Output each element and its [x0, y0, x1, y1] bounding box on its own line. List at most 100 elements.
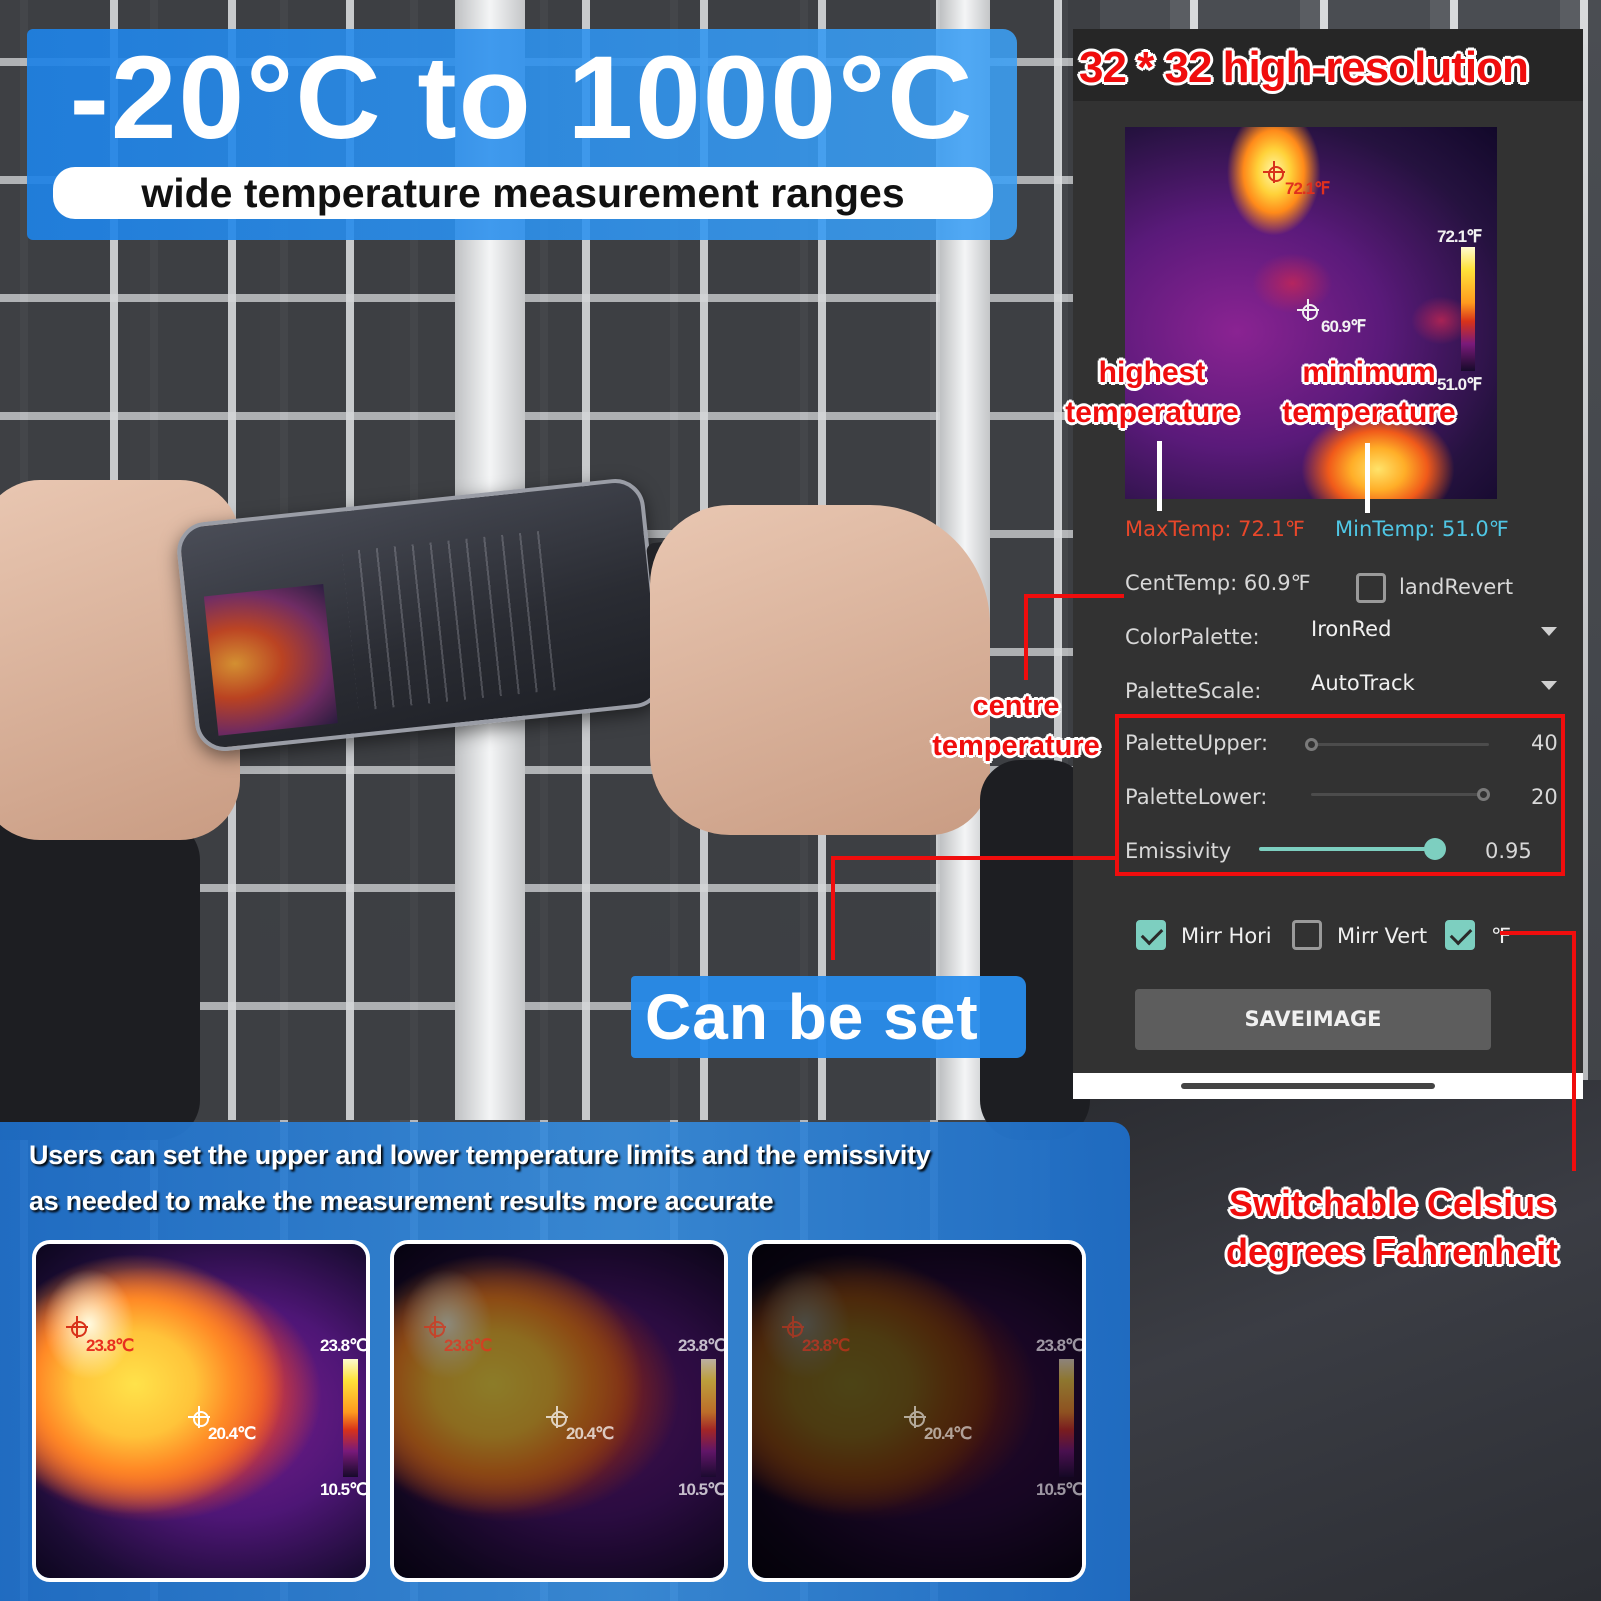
fahrenheit-checkbox[interactable]	[1445, 920, 1475, 950]
palette-lower-label: PaletteLower:	[1125, 785, 1268, 809]
scale-min-label: 10.5℃	[1036, 1480, 1084, 1499]
temperature-range-banner: -20°C to 1000°C wide temperature measure…	[27, 29, 1017, 240]
annotation-line: minimum	[1302, 356, 1436, 389]
unit-pointer-line	[1572, 931, 1576, 1171]
scale-max-label: 23.8℃	[1036, 1336, 1084, 1355]
land-revert-label: landRevert	[1399, 575, 1514, 599]
color-scale-bar	[1461, 247, 1475, 371]
scale-max-label: 23.8℃	[678, 1336, 726, 1355]
center-temp-readout: CentTemp: 60.9℉	[1125, 571, 1311, 595]
hot-spot-label: 23.8℃	[86, 1336, 134, 1355]
emissivity-value: 0.95	[1485, 839, 1532, 863]
scale-min-label: 10.5℃	[320, 1480, 368, 1499]
annotation-line: temperature	[932, 730, 1100, 762]
color-scale-bar	[701, 1359, 716, 1477]
centre-pointer-line	[1024, 594, 1028, 680]
banner-title: -20°C to 1000°C	[69, 32, 975, 164]
annotation-line: temperature	[1065, 396, 1239, 429]
sample-thermal-image: 23.8℃ 20.4℃ 23.8℃ 10.5℃	[32, 1240, 370, 1582]
annotation-line: highest	[1098, 356, 1206, 389]
color-palette-select[interactable]: IronRed	[1309, 613, 1569, 649]
background-jacket	[1050, 1080, 1601, 1601]
palette-lower-slider[interactable]	[1305, 783, 1495, 807]
center-crosshair-icon	[188, 1406, 210, 1428]
centre-temperature-annotation: centre temperature	[916, 686, 1116, 766]
settable-pointer-line	[831, 856, 835, 960]
home-indicator[interactable]	[1181, 1083, 1435, 1089]
mirror-vertical-label: Mirr Vert	[1337, 924, 1428, 948]
center-crosshair-icon	[904, 1406, 926, 1428]
max-marker-label: 72.1℉	[1285, 179, 1330, 198]
color-palette-value: IronRed	[1311, 617, 1392, 641]
max-temp-readout: MaxTemp: 72.1℉	[1125, 517, 1305, 541]
sample-thermal-image: 23.8℃ 20.4℃ 23.8℃ 10.5℃	[390, 1240, 728, 1582]
can-be-set-label: Can be set	[631, 976, 1026, 1058]
center-crosshair-icon	[1297, 299, 1319, 321]
right-hand	[650, 505, 990, 835]
smartphone	[174, 476, 666, 754]
phone-thermal-image	[203, 583, 338, 736]
center-spot-label: 20.4℃	[208, 1424, 256, 1443]
center-marker-label: 60.9℉	[1321, 317, 1366, 336]
settable-pointer-line	[831, 856, 1117, 860]
highest-temperature-annotation: highest temperature	[1057, 353, 1247, 433]
unit-pointer-line	[1500, 931, 1576, 935]
palette-scale-value: AutoTrack	[1311, 671, 1415, 695]
explanation-line-1: Users can set the upper and lower temper…	[29, 1140, 931, 1170]
palette-upper-label: PaletteUpper:	[1125, 731, 1269, 755]
resolution-title: 32 * 32 high-resolution	[1079, 43, 1529, 92]
scale-max-label: 23.8℃	[320, 1336, 368, 1355]
center-crosshair-icon	[546, 1406, 568, 1428]
mirror-vertical-checkbox[interactable]	[1292, 920, 1322, 950]
scale-min-label: 10.5℃	[678, 1480, 726, 1499]
palette-upper-slider[interactable]	[1305, 733, 1495, 757]
center-spot-label: 20.4℃	[924, 1424, 972, 1443]
highest-pointer-line	[1157, 441, 1162, 511]
color-scale-bar	[1059, 1359, 1074, 1477]
save-image-button[interactable]: SAVEIMAGE	[1135, 989, 1491, 1050]
palette-scale-select[interactable]: AutoTrack	[1309, 667, 1569, 703]
sample-thermal-image: 23.8℃ 20.4℃ 23.8℃ 10.5℃	[748, 1240, 1086, 1582]
min-temp-readout: MinTemp: 51.0℉	[1335, 517, 1509, 541]
emissivity-label: Emissivity	[1125, 839, 1232, 863]
chevron-down-icon	[1541, 627, 1557, 636]
palette-lower-value: 20	[1531, 785, 1558, 809]
slider-thumb[interactable]	[1305, 738, 1318, 751]
scale-max-label: 72.1℉	[1437, 227, 1482, 246]
settings-explanation-panel: Users can set the upper and lower temper…	[0, 1122, 1130, 1601]
slider-track	[1311, 743, 1489, 746]
slider-thumb[interactable]	[1424, 838, 1447, 860]
hot-spot-label: 23.8℃	[444, 1336, 492, 1355]
annotation-line: temperature	[1282, 396, 1456, 429]
hot-crosshair-icon	[782, 1316, 804, 1338]
slider-thumb[interactable]	[1477, 788, 1490, 801]
centre-pointer-line	[1024, 594, 1124, 598]
color-scale-bar	[343, 1359, 358, 1477]
mirror-horizontal-label: Mirr Hori	[1181, 924, 1272, 948]
emissivity-slider[interactable]	[1259, 835, 1449, 863]
slider-track	[1311, 793, 1489, 796]
minimum-temperature-annotation: minimum temperature	[1279, 353, 1459, 433]
max-crosshair-icon	[1263, 161, 1285, 183]
hot-crosshair-icon	[66, 1316, 88, 1338]
palette-upper-value: 40	[1531, 731, 1558, 755]
minimum-pointer-line	[1365, 443, 1370, 513]
fahrenheit-label: ℉	[1491, 924, 1511, 948]
hot-spot-label: 23.8℃	[802, 1336, 850, 1355]
annotation-line: degrees Fahrenheit	[1226, 1231, 1559, 1272]
hot-crosshair-icon	[424, 1316, 446, 1338]
palette-scale-label: PaletteScale:	[1125, 679, 1262, 703]
phone-app-ui	[341, 530, 558, 711]
annotation-line: Switchable Celsius	[1229, 1183, 1556, 1224]
banner-subtitle: wide temperature measurement ranges	[53, 167, 993, 219]
chevron-down-icon	[1541, 681, 1557, 690]
annotation-line: centre	[972, 690, 1060, 722]
switchable-unit-annotation: Switchable Celsius degrees Fahrenheit	[1226, 1180, 1558, 1276]
left-sleeve	[0, 820, 200, 1140]
mirror-horizontal-checkbox[interactable]	[1136, 920, 1166, 950]
color-palette-label: ColorPalette:	[1125, 625, 1260, 649]
thermal-image-view: 72.1℉ 60.9℉ 72.1℉ 51.0℉	[1125, 127, 1497, 499]
land-revert-checkbox[interactable]	[1356, 573, 1386, 603]
slider-fill	[1259, 847, 1429, 851]
navigation-bar	[1073, 1073, 1583, 1099]
